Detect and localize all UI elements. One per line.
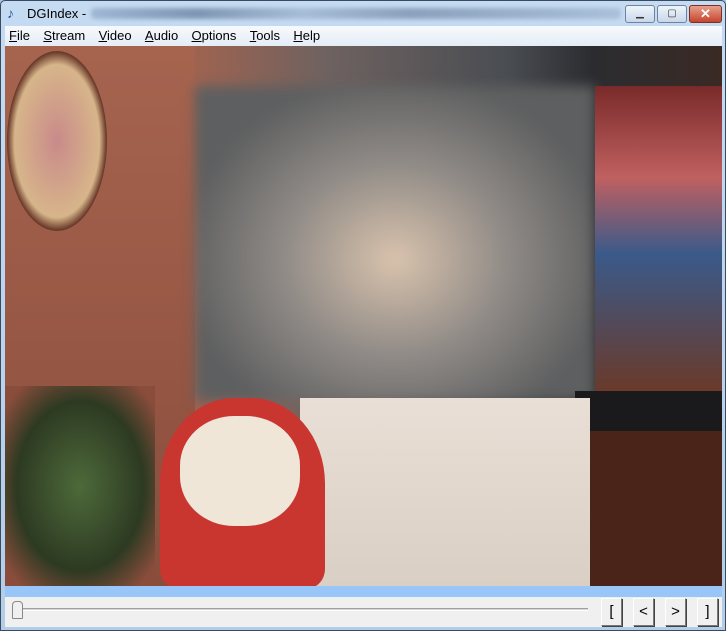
video-blurred-region xyxy=(195,86,595,401)
navigation-bar: [ < > ] xyxy=(5,597,722,627)
video-kimono xyxy=(300,398,590,586)
title-bar[interactable]: ♪ DGIndex - ▁ ▢ ✕ xyxy=(1,1,725,26)
video-tv-base xyxy=(575,391,722,431)
window-title: DGIndex - xyxy=(27,6,87,21)
blurred-filename xyxy=(91,8,621,19)
menu-bar: File Stream Video Audio Options Tools He… xyxy=(5,26,722,46)
dgindex-window: ♪ DGIndex - ▁ ▢ ✕ File Stream Video Audi… xyxy=(0,0,726,631)
menu-label: elp xyxy=(302,28,321,43)
minimize-button[interactable]: ▁ xyxy=(625,5,655,23)
menu-accel: A xyxy=(144,28,154,43)
video-preview xyxy=(5,46,722,586)
menu-accel: H xyxy=(293,28,303,43)
progress-strip xyxy=(5,586,722,597)
menu-label: ideo xyxy=(107,28,132,43)
next-frame-button[interactable]: > xyxy=(665,598,686,626)
menu-stream[interactable]: Stream xyxy=(39,26,89,43)
mark-in-button[interactable]: [ xyxy=(601,598,622,626)
menu-label: ools xyxy=(256,28,281,43)
close-button[interactable]: ✕ xyxy=(689,5,722,23)
menu-video[interactable]: Video xyxy=(95,26,136,43)
menu-label: udio xyxy=(153,28,179,43)
previous-frame-button[interactable]: < xyxy=(633,598,654,626)
seek-slider-thumb[interactable] xyxy=(12,601,23,619)
mark-out-button[interactable]: ] xyxy=(697,598,718,626)
video-cabinet xyxy=(575,431,722,586)
menu-options[interactable]: Options xyxy=(188,26,241,43)
menu-label: tream xyxy=(51,28,86,43)
menu-accel: O xyxy=(191,28,202,43)
menu-accel: S xyxy=(43,28,52,43)
menu-label: ile xyxy=(16,28,30,43)
menu-help[interactable]: Help xyxy=(289,26,324,43)
video-tv-screen xyxy=(595,86,722,391)
menu-accel: V xyxy=(98,28,107,43)
seek-track[interactable] xyxy=(13,608,588,611)
menu-audio[interactable]: Audio xyxy=(141,26,182,43)
video-wall-decoration xyxy=(7,51,107,231)
video-plant xyxy=(5,386,155,586)
menu-accel: F xyxy=(9,28,17,43)
app-icon: ♪ xyxy=(7,5,14,21)
menu-tools[interactable]: Tools xyxy=(246,26,284,43)
maximize-button[interactable]: ▢ xyxy=(657,5,687,23)
video-daruma-face xyxy=(180,416,300,526)
menu-file[interactable]: File xyxy=(5,26,34,43)
menu-label: ptions xyxy=(201,28,237,43)
